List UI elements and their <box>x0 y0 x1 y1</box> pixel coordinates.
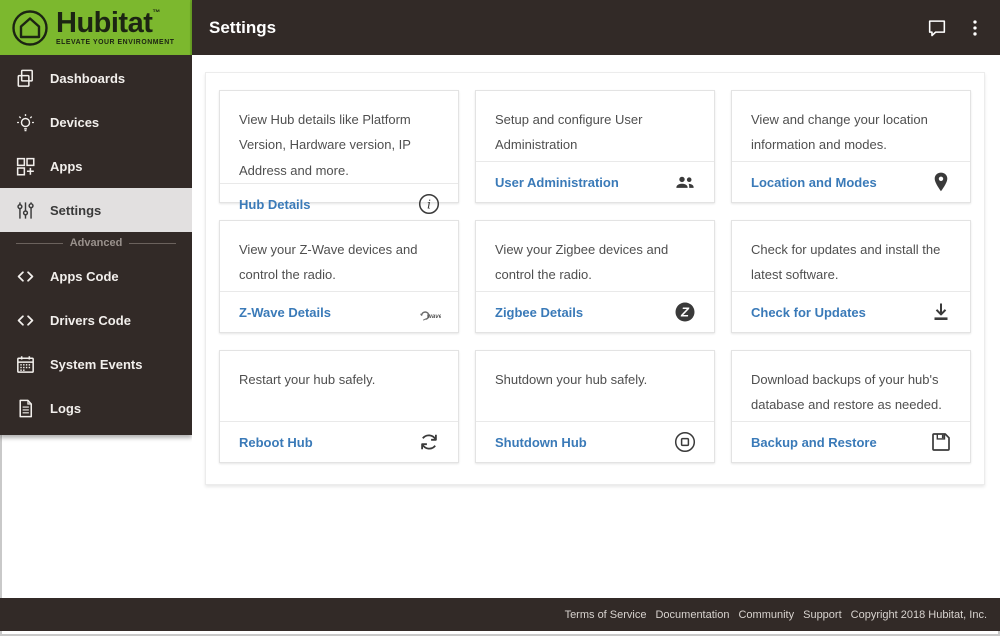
sidebar-item-settings[interactable]: Settings <box>0 188 192 232</box>
location-and-modes-link[interactable]: Location and Modes <box>751 175 877 190</box>
download-icon <box>929 300 953 324</box>
card-shutdown-hub: Shutdown your hub safely. Shutdown Hub <box>475 350 715 463</box>
card-footer: Shutdown Hub <box>476 421 714 462</box>
zwave-details-link[interactable]: Z-Wave Details <box>239 305 331 320</box>
hubitat-house-icon <box>10 8 50 48</box>
info-icon: i <box>417 192 441 216</box>
sidebar-item-system-events[interactable]: System Events <box>0 342 192 386</box>
page-title: Settings <box>209 18 276 38</box>
divider-label: Advanced <box>70 237 123 249</box>
shutdown-icon <box>673 430 697 454</box>
card-reboot-hub: Restart your hub safely. Reboot Hub <box>219 350 459 463</box>
zigbee-icon: Z <box>673 300 697 324</box>
sidebar-item-label: Drivers Code <box>50 313 131 328</box>
card-description: Setup and configure User Administration <box>476 91 714 161</box>
refresh-icon <box>417 430 441 454</box>
dashboards-icon <box>14 67 37 90</box>
zigbee-details-link[interactable]: Zigbee Details <box>495 305 583 320</box>
card-description: Shutdown your hub safely. <box>476 351 714 421</box>
chat-icon[interactable] <box>926 17 948 39</box>
backup-and-restore-link[interactable]: Backup and Restore <box>751 435 877 450</box>
people-icon <box>673 170 697 194</box>
card-zwave-details: View your Z-Wave devices and control the… <box>219 220 459 333</box>
topbar-actions <box>926 17 986 39</box>
code-icon <box>14 309 37 332</box>
main-content: View Hub details like Platform Version, … <box>192 55 1000 598</box>
card-description: View Hub details like Platform Version, … <box>220 91 458 183</box>
trademark-symbol: ™ <box>152 8 160 17</box>
footer-link-support[interactable]: Support <box>803 609 842 621</box>
hub-details-link[interactable]: Hub Details <box>239 197 311 212</box>
card-footer: Zigbee Details Z <box>476 291 714 332</box>
card-description: View and change your location informatio… <box>732 91 970 161</box>
document-icon <box>14 397 37 420</box>
settings-panel: View Hub details like Platform Version, … <box>205 72 985 485</box>
footer-link-community[interactable]: Community <box>738 609 794 621</box>
reboot-hub-link[interactable]: Reboot Hub <box>239 435 313 450</box>
card-footer: User Administration <box>476 161 714 202</box>
calendar-icon <box>14 353 37 376</box>
user-administration-link[interactable]: User Administration <box>495 175 619 190</box>
sidebar-item-label: System Events <box>50 357 143 372</box>
sidebar-item-label: Dashboards <box>50 71 125 86</box>
card-description: View your Z-Wave devices and control the… <box>220 221 458 291</box>
bulb-icon <box>14 111 37 134</box>
card-footer: Z-Wave Details wave <box>220 291 458 332</box>
sidebar-item-label: Settings <box>50 203 101 218</box>
sidebar-nav: Dashboards Devices Apps <box>0 55 192 435</box>
check-for-updates-link[interactable]: Check for Updates <box>751 305 866 320</box>
sidebar-item-apps-code[interactable]: Apps Code <box>0 254 192 298</box>
sidebar-item-label: Logs <box>50 401 81 416</box>
card-footer: Backup and Restore <box>732 421 970 462</box>
svg-text:i: i <box>427 196 431 211</box>
sidebar-item-apps[interactable]: Apps <box>0 144 192 188</box>
hubitat-logo[interactable]: Hubitat™ ELEVATE YOUR ENVIRONMENT <box>0 0 192 55</box>
brand-name: Hubitat <box>56 7 152 39</box>
code-icon <box>14 265 37 288</box>
apps-grid-icon <box>14 155 37 178</box>
zwave-icon: wave <box>417 300 441 324</box>
card-hub-details: View Hub details like Platform Version, … <box>219 90 459 203</box>
top-bar: Settings <box>192 0 1000 55</box>
sliders-icon <box>14 199 37 222</box>
sidebar-item-logs[interactable]: Logs <box>0 386 192 430</box>
footer-bar: Terms of Service Documentation Community… <box>0 598 1000 631</box>
card-backup-restore: Download backups of your hub's database … <box>731 350 971 463</box>
divider-rule <box>16 243 63 244</box>
sidebar-item-label: Apps <box>50 159 83 174</box>
footer-copyright: Copyright 2018 Hubitat, Inc. <box>851 609 987 621</box>
kebab-menu-icon[interactable] <box>964 17 986 39</box>
divider-rule <box>129 243 176 244</box>
card-footer: Hub Details i <box>220 183 458 224</box>
card-description: Download backups of your hub's database … <box>732 351 970 421</box>
sidebar-item-label: Apps Code <box>50 269 119 284</box>
sidebar-item-devices[interactable]: Devices <box>0 100 192 144</box>
card-footer: Reboot Hub <box>220 421 458 462</box>
sidebar-item-drivers-code[interactable]: Drivers Code <box>0 298 192 342</box>
sidebar-item-label: Devices <box>50 115 99 130</box>
card-description: View your Zigbee devices and control the… <box>476 221 714 291</box>
svg-text:Z: Z <box>680 305 690 320</box>
card-description: Restart your hub safely. <box>220 351 458 421</box>
hubitat-wordmark: Hubitat™ ELEVATE YOUR ENVIRONMENT <box>56 9 174 47</box>
card-check-updates: Check for updates and install the latest… <box>731 220 971 333</box>
location-pin-icon <box>929 170 953 194</box>
sidebar-advanced-divider: Advanced <box>0 232 192 254</box>
svg-text:wave: wave <box>427 313 441 320</box>
shutdown-hub-link[interactable]: Shutdown Hub <box>495 435 587 450</box>
card-footer: Check for Updates <box>732 291 970 332</box>
footer-link-documentation[interactable]: Documentation <box>655 609 729 621</box>
card-description: Check for updates and install the latest… <box>732 221 970 291</box>
brand-tagline: ELEVATE YOUR ENVIRONMENT <box>56 40 174 47</box>
sidebar-item-dashboards[interactable]: Dashboards <box>0 56 192 100</box>
footer-link-terms[interactable]: Terms of Service <box>565 609 647 621</box>
card-zigbee-details: View your Zigbee devices and control the… <box>475 220 715 333</box>
card-footer: Location and Modes <box>732 161 970 202</box>
app-window: Hubitat™ ELEVATE YOUR ENVIRONMENT Settin… <box>0 0 1000 636</box>
card-location-modes: View and change your location informatio… <box>731 90 971 203</box>
card-user-administration: Setup and configure User Administration … <box>475 90 715 203</box>
save-icon <box>929 430 953 454</box>
